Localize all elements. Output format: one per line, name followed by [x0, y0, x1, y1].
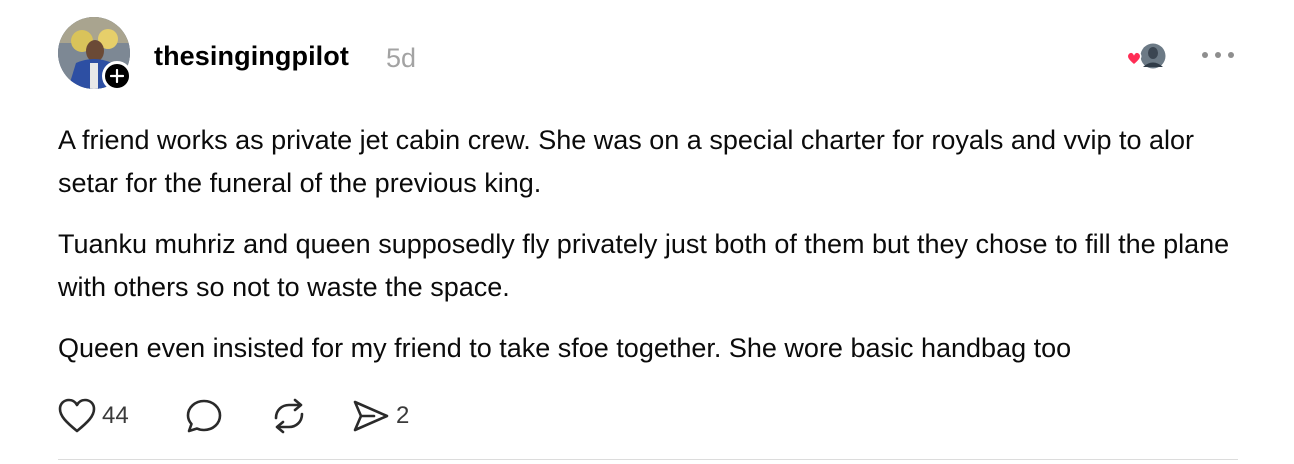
heart-icon: [58, 398, 96, 433]
post-timestamp[interactable]: 5d: [386, 42, 416, 74]
thread-post: thesingingpilot 5d A friend works as pri…: [0, 0, 1294, 464]
comment-bubble-icon: [186, 399, 222, 433]
post-divider: [58, 459, 1238, 460]
author-username[interactable]: thesingingpilot: [154, 40, 349, 72]
ellipsis-icon: [1202, 52, 1234, 58]
like-count: 44: [102, 402, 129, 429]
follow-button[interactable]: [102, 61, 132, 91]
like-button[interactable]: 44: [58, 396, 185, 436]
post-paragraph: Tuanku muhriz and queen supposedly fly p…: [58, 229, 1230, 302]
repost-icon: [274, 398, 304, 434]
action-bar: 44 2: [58, 396, 409, 436]
post-body: A friend works as private jet cabin crew…: [58, 119, 1258, 388]
send-icon: [353, 400, 389, 432]
more-options-button[interactable]: [1198, 40, 1242, 70]
author-avatar-container: [58, 17, 132, 91]
repost-button[interactable]: [270, 396, 352, 436]
post-paragraph: Queen even insisted for my friend to tak…: [58, 333, 1072, 363]
comment-button[interactable]: [185, 396, 270, 436]
plus-icon: [110, 69, 124, 83]
reply-avatars[interactable]: [1122, 40, 1170, 74]
share-count: 2: [396, 402, 410, 429]
post-paragraph: A friend works as private jet cabin crew…: [58, 125, 1195, 198]
mini-avatar-with-heart-icon: [1126, 42, 1167, 70]
share-button[interactable]: 2: [352, 396, 409, 436]
